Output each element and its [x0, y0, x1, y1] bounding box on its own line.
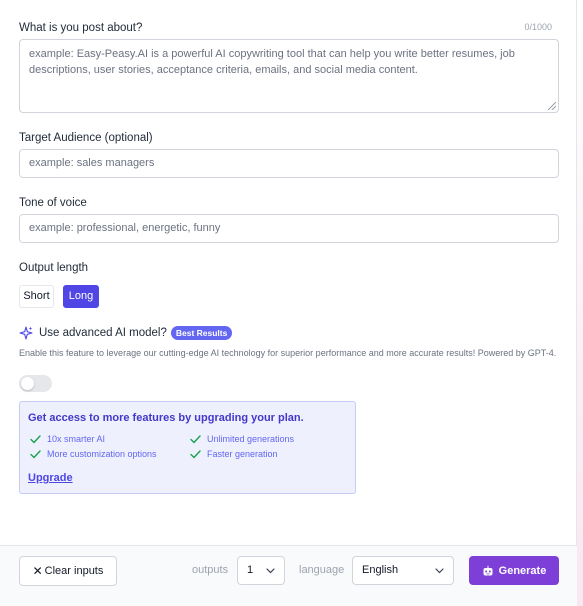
feature-label: Unlimited generations — [207, 434, 295, 444]
check-icon — [30, 449, 41, 458]
post-topic-textarea[interactable]: example: Easy-Peasy.AI is a powerful AI … — [19, 39, 559, 113]
chevron-down-icon — [435, 568, 444, 574]
length-short-button[interactable]: Short — [19, 285, 54, 308]
advanced-model-toggle[interactable] — [19, 375, 52, 392]
best-results-badge: Best Results — [170, 326, 233, 340]
target-audience-placeholder: example: sales managers — [29, 157, 155, 169]
feature-item: Unlimited generations — [190, 434, 294, 444]
generate-button[interactable]: Generate — [469, 556, 559, 585]
language-select[interactable]: English — [352, 556, 454, 585]
clear-inputs-button[interactable]: ✕ Clear inputs — [19, 556, 117, 586]
language-value: English — [362, 564, 399, 576]
language-label: language — [299, 564, 345, 576]
feature-item: 10x smarter AI — [30, 434, 105, 444]
feature-item: More customization options — [30, 449, 157, 459]
output-length-label: Output length — [19, 262, 89, 274]
post-topic-label: What is you post about? — [19, 22, 143, 34]
upgrade-link[interactable]: Upgrade — [28, 472, 73, 484]
upgrade-panel: Get access to more features by upgrading… — [19, 401, 356, 494]
chevron-down-icon — [266, 568, 275, 574]
feature-label: 10x smarter AI — [47, 434, 106, 444]
tone-of-voice-placeholder: example: professional, energetic, funny — [29, 222, 221, 234]
feature-label: More customization options — [47, 449, 157, 459]
length-long-button[interactable]: Long — [63, 285, 99, 308]
form-footer: ✕ Clear inputs outputs 1 language Englis… — [0, 545, 577, 606]
character-counter: 0/1000 — [524, 22, 552, 32]
check-icon — [30, 434, 41, 443]
target-audience-label: Target Audience (optional) — [19, 132, 153, 144]
clear-inputs-label: Clear inputs — [44, 565, 104, 577]
advanced-model-description: Enable this feature to leverage our cutt… — [19, 348, 557, 358]
feature-item: Faster generation — [190, 449, 278, 459]
outputs-value: 1 — [247, 564, 254, 576]
tone-of-voice-input[interactable]: example: professional, energetic, funny — [19, 214, 559, 243]
upgrade-title: Get access to more features by upgrading… — [28, 412, 304, 424]
robot-icon — [483, 565, 493, 575]
advanced-model-label: Use advanced AI model? — [39, 327, 167, 339]
target-audience-input[interactable]: example: sales managers — [19, 149, 559, 178]
post-topic-placeholder: example: Easy-Peasy.AI is a powerful AI … — [29, 48, 515, 76]
outputs-label: outputs — [192, 564, 229, 576]
post-generator-form: What is you post about? 0/1000 example: … — [0, 0, 577, 606]
outputs-select[interactable]: 1 — [237, 556, 285, 585]
close-icon: ✕ — [32, 564, 43, 578]
tone-of-voice-label: Tone of voice — [19, 197, 87, 209]
check-icon — [190, 434, 201, 443]
resize-handle[interactable] — [548, 102, 556, 110]
advanced-model-row: Use advanced AI model? Best Results — [19, 325, 233, 341]
check-icon — [190, 449, 201, 458]
background-glow — [577, 0, 583, 606]
sparkle-icon — [19, 326, 33, 340]
generate-label: Generate — [498, 564, 547, 577]
feature-label: Faster generation — [207, 449, 278, 459]
toggle-knob — [21, 377, 34, 390]
